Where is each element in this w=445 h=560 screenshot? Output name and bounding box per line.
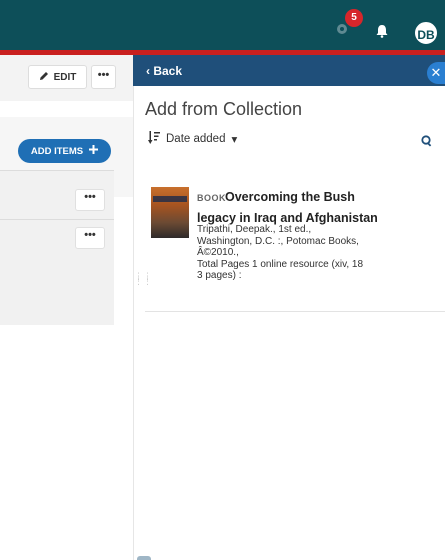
- close-panel-button[interactable]: ✕: [427, 62, 445, 84]
- edit-button-label: EDIT: [53, 71, 77, 83]
- bottom-handle[interactable]: [137, 556, 151, 560]
- resize-handle[interactable]: ⋮⋮⋮⋮: [134, 272, 152, 294]
- caret-down-icon: ▾: [231, 134, 238, 146]
- item-title[interactable]: Overcoming the Bush legacy in Iraq and A…: [197, 187, 397, 229]
- panel-title: Add from Collection: [145, 99, 303, 119]
- list-divider: [0, 219, 114, 220]
- results-divider: [145, 311, 445, 312]
- chevron-left-icon: ‹: [146, 64, 150, 78]
- more-options-button[interactable]: •••: [91, 65, 116, 89]
- back-label: Back: [153, 64, 183, 78]
- notifications-count-badge[interactable]: 5: [345, 9, 363, 27]
- item-metadata: Tripathi, Deepak., 1st ed., Washington, …: [197, 224, 387, 282]
- book-cover-title-strip: [153, 196, 187, 202]
- pencil-icon: [39, 71, 49, 84]
- add-items-label: ADD ITEMS: [30, 145, 84, 157]
- meta-line: Tripathi, Deepak., 1st ed.,: [197, 224, 312, 235]
- book-cover-image[interactable]: [151, 187, 189, 238]
- bell-icon[interactable]: [375, 24, 389, 38]
- plus-icon: [89, 145, 99, 157]
- close-icon: ✕: [430, 65, 442, 80]
- list-divider: [0, 170, 114, 171]
- search-icon[interactable]: [421, 134, 433, 147]
- sort-dropdown[interactable]: Date added ▾: [148, 131, 237, 147]
- item-more-button[interactable]: •••: [75, 227, 105, 249]
- meta-line: Washington, D.C. :, Potomac Books,: [197, 235, 359, 247]
- meta-line: Â©2010.,: [197, 247, 239, 258]
- meta-line: Total Pages 1 online resource (xiv, 18: [197, 258, 364, 270]
- meta-line: 3 pages) :: [197, 270, 242, 281]
- item-more-button[interactable]: •••: [75, 189, 105, 211]
- user-avatar[interactable]: DB: [413, 20, 439, 46]
- back-button[interactable]: ‹ Back: [146, 64, 182, 78]
- edit-button[interactable]: EDIT: [28, 65, 87, 89]
- sort-icon: [148, 131, 160, 147]
- sort-label: Date added: [166, 133, 226, 145]
- add-items-button[interactable]: ADD ITEMS: [18, 139, 111, 163]
